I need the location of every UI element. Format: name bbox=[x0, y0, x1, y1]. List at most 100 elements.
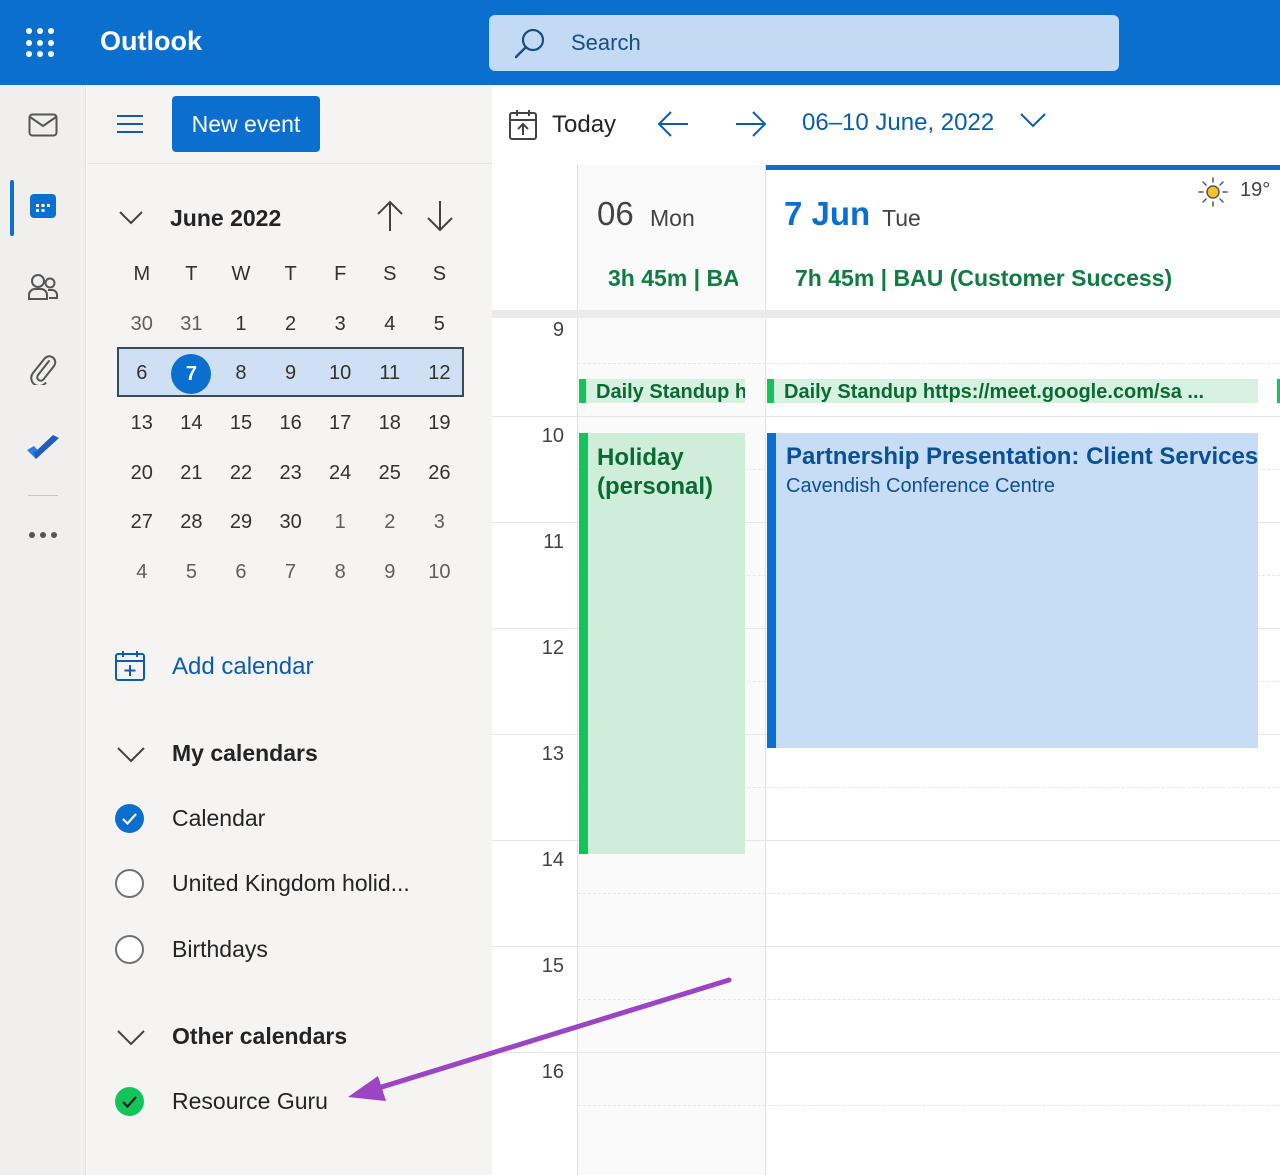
mini-calendar-day[interactable]: 22 bbox=[216, 462, 266, 485]
unchecked-circle-icon[interactable] bbox=[115, 869, 144, 898]
app-title[interactable]: Outlook bbox=[100, 26, 202, 57]
event-partnership-presentation[interactable]: Partnership Presentation: Client Service… bbox=[767, 433, 1258, 748]
mini-calendar-day[interactable]: 6 bbox=[216, 561, 266, 584]
hamburger-menu-icon[interactable] bbox=[117, 115, 143, 135]
mini-calendar-day[interactable]: 7 bbox=[167, 353, 217, 394]
people-icon[interactable] bbox=[0, 259, 86, 315]
mini-calendar-day[interactable]: 15 bbox=[216, 412, 266, 435]
calendar-toggle-uk-holidays[interactable]: United Kingdom holid... bbox=[115, 865, 455, 901]
event-daily-standup-mon[interactable]: Daily Standup https://meet.google.com/sa… bbox=[579, 379, 745, 403]
chevron-down-icon[interactable] bbox=[1020, 113, 1046, 129]
todo-icon[interactable] bbox=[0, 421, 86, 477]
search-box[interactable]: Search bbox=[489, 15, 1119, 71]
next-week-button[interactable] bbox=[734, 107, 770, 143]
mini-calendar-day[interactable]: 29 bbox=[216, 511, 266, 534]
mini-calendar-day[interactable]: 19 bbox=[415, 412, 465, 435]
event-holiday[interactable]: Holiday (personal) bbox=[579, 433, 745, 854]
date-range-label[interactable]: 06–10 June, 2022 bbox=[802, 109, 994, 137]
mini-calendar-day[interactable]: 27 bbox=[117, 511, 167, 534]
mini-calendar-day[interactable]: 1 bbox=[315, 511, 365, 534]
chevron-down-icon[interactable] bbox=[119, 211, 143, 225]
day-number-tue[interactable]: 7 Jun bbox=[784, 195, 870, 233]
mini-calendar-day[interactable]: 9 bbox=[266, 362, 316, 385]
mini-calendar-title[interactable]: June 2022 bbox=[170, 205, 281, 232]
app-launcher-icon[interactable] bbox=[26, 28, 56, 58]
day-number: 26 bbox=[428, 461, 451, 484]
mini-calendar-day[interactable]: 20 bbox=[117, 462, 167, 485]
day-number: 16 bbox=[279, 412, 302, 435]
mini-calendar-day[interactable]: 30 bbox=[117, 313, 167, 336]
mini-calendar-day[interactable]: 6 bbox=[117, 362, 167, 385]
mini-calendar-day[interactable]: 2 bbox=[365, 511, 415, 534]
mini-calendar-day[interactable]: 25 bbox=[365, 462, 415, 485]
search-placeholder[interactable]: Search bbox=[571, 30, 641, 56]
mini-calendar-day[interactable]: 8 bbox=[315, 561, 365, 584]
weather-widget[interactable]: 19° bbox=[1198, 177, 1280, 207]
arrow-up-icon[interactable] bbox=[375, 199, 405, 233]
mini-calendar-day[interactable]: 5 bbox=[167, 561, 217, 584]
calendar-toggle-birthdays[interactable]: Birthdays bbox=[115, 931, 455, 967]
weekday-label: T bbox=[185, 263, 198, 286]
mini-calendar-day[interactable]: 28 bbox=[167, 511, 217, 534]
day-summary-tue[interactable]: 7h 45m | BAU (Customer Success) bbox=[795, 265, 1275, 292]
mini-calendar-day[interactable]: 4 bbox=[365, 313, 415, 336]
mini-calendar-day[interactable]: 21 bbox=[167, 462, 217, 485]
time-grid[interactable]: Daily Standup https://meet.google.com/sa… bbox=[492, 318, 1280, 1175]
day-number: 2 bbox=[384, 511, 396, 534]
mini-calendar-day[interactable]: 18 bbox=[365, 412, 415, 435]
today-button[interactable]: Today bbox=[508, 107, 628, 145]
weekday-label: S bbox=[432, 263, 447, 286]
unchecked-circle-icon[interactable] bbox=[115, 935, 144, 964]
mini-calendar-day[interactable]: 9 bbox=[365, 561, 415, 584]
other-calendars-header[interactable]: Other calendars bbox=[117, 1020, 447, 1054]
mail-icon[interactable] bbox=[0, 97, 86, 153]
mini-calendar-day[interactable]: 30 bbox=[266, 511, 316, 534]
top-bar: Outlook Search bbox=[0, 0, 1280, 85]
mini-calendar-day[interactable]: 5 bbox=[415, 313, 465, 336]
mini-calendar-day[interactable]: 4 bbox=[117, 561, 167, 584]
day-number: 30 bbox=[279, 511, 302, 534]
mini-calendar-day[interactable]: 11 bbox=[365, 362, 415, 385]
mini-calendar-day[interactable]: 1 bbox=[216, 313, 266, 336]
mini-calendar-day[interactable]: 8 bbox=[216, 362, 266, 385]
day-number: 5 bbox=[185, 560, 197, 583]
mini-calendar-day[interactable]: 16 bbox=[266, 412, 316, 435]
day-number-mon[interactable]: 06 bbox=[597, 195, 634, 233]
mini-calendar-day[interactable]: 17 bbox=[315, 412, 365, 435]
day-name-tue: Tue bbox=[882, 205, 921, 231]
mini-calendar-day[interactable]: 24 bbox=[315, 462, 365, 485]
mini-calendar-day[interactable]: 10 bbox=[415, 561, 465, 584]
mini-calendar-day[interactable]: 3 bbox=[315, 313, 365, 336]
day-summary-mon[interactable]: 3h 45m | BAU (Customer Success) bbox=[608, 265, 738, 292]
add-calendar-link[interactable]: Add calendar bbox=[114, 650, 374, 684]
mini-calendar-day[interactable]: 31 bbox=[167, 313, 217, 336]
mini-calendar-day[interactable]: 23 bbox=[266, 462, 316, 485]
mini-calendar-day[interactable]: 26 bbox=[415, 462, 465, 485]
day-number: 12 bbox=[428, 362, 451, 385]
mini-calendar-day[interactable]: 13 bbox=[117, 412, 167, 435]
other-calendars-heading: Other calendars bbox=[172, 1023, 348, 1049]
mini-calendar-day[interactable]: 12 bbox=[415, 362, 465, 385]
mini-calendar-day[interactable]: 14 bbox=[167, 412, 217, 435]
day-number: 8 bbox=[334, 560, 346, 583]
mini-calendar-day[interactable]: 10 bbox=[315, 362, 365, 385]
mini-calendar-day[interactable]: 2 bbox=[266, 313, 316, 336]
day-number: 7 bbox=[171, 353, 212, 394]
mini-calendar-day[interactable]: 7 bbox=[266, 561, 316, 584]
event-daily-standup-tue[interactable]: Daily Standup https://meet.google.com/sa… bbox=[767, 379, 1258, 403]
more-icon[interactable] bbox=[0, 507, 86, 563]
mini-calendar-day[interactable]: 3 bbox=[415, 511, 465, 534]
day-number: 4 bbox=[136, 560, 148, 583]
checked-circle-icon[interactable] bbox=[115, 1087, 144, 1116]
attachment-icon[interactable] bbox=[0, 341, 86, 397]
checked-circle-icon[interactable] bbox=[115, 804, 144, 833]
previous-week-button[interactable] bbox=[656, 107, 692, 143]
calendar-icon[interactable] bbox=[0, 178, 86, 234]
arrow-down-icon[interactable] bbox=[425, 199, 455, 233]
my-calendars-heading: My calendars bbox=[172, 740, 318, 766]
calendar-toggle-resource-guru[interactable]: Resource Guru bbox=[115, 1083, 455, 1119]
my-calendars-header[interactable]: My calendars bbox=[117, 737, 447, 771]
new-event-button[interactable]: New event bbox=[172, 96, 320, 152]
day-number: 13 bbox=[130, 412, 153, 435]
calendar-toggle-calendar[interactable]: Calendar bbox=[115, 800, 455, 836]
